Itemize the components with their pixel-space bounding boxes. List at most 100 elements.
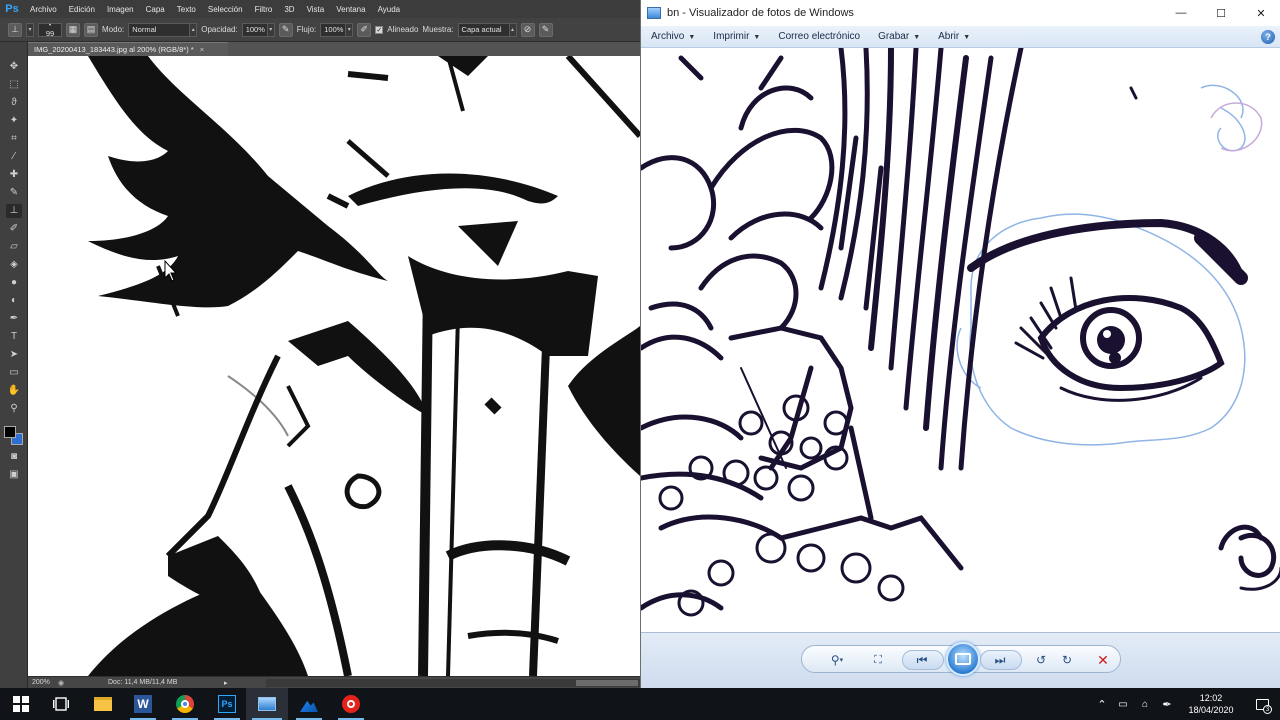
help-icon[interactable]: ? (1261, 30, 1275, 44)
foreground-color-swatch[interactable] (4, 426, 16, 438)
move-tool-icon[interactable]: ✥ (6, 60, 22, 74)
delete-icon[interactable]: ✕ (1092, 650, 1114, 670)
actual-size-icon[interactable]: ⛶ (866, 650, 890, 670)
photo-viewer-image[interactable] (641, 48, 1280, 632)
opacity-dropdown-icon[interactable]: ▾ (266, 22, 275, 37)
viewer-menu-abrir[interactable]: Abrir ▼ (928, 31, 978, 42)
close-button[interactable]: ✕ (1241, 0, 1280, 26)
pressure-opacity-icon[interactable]: ✎ (278, 22, 293, 37)
viewer-menu-grabar[interactable]: Grabar ▼ (868, 31, 928, 42)
menu-vista[interactable]: Vista (301, 5, 331, 14)
photoshop-canvas[interactable] (28, 56, 640, 676)
type-tool-icon[interactable]: T (6, 330, 22, 344)
quick-mask-icon[interactable]: ◙ (6, 450, 22, 464)
viewer-menu-imprimir[interactable]: Imprimir ▼ (703, 31, 768, 42)
pressure-size-icon[interactable]: ✎ (538, 22, 553, 37)
scrollbar-thumb[interactable] (576, 680, 638, 686)
menu-texto[interactable]: Texto (171, 5, 202, 14)
menu-capa[interactable]: Capa (140, 5, 171, 14)
lasso-tool-icon[interactable]: ϑ (6, 96, 22, 110)
history-brush-tool-icon[interactable]: ✐ (6, 222, 22, 236)
sample-dropdown-icon[interactable]: ▴ (508, 22, 517, 37)
menu-ayuda[interactable]: Ayuda (372, 5, 407, 14)
clone-stamp-icon[interactable]: ⊥ (8, 22, 22, 37)
clone-source-icon[interactable]: ▤ (84, 22, 98, 37)
notifications-button[interactable]: 3 (1244, 688, 1280, 720)
rotate-right-icon[interactable]: ↻ (1056, 650, 1078, 670)
menu-filtro[interactable]: Filtro (249, 5, 279, 14)
eraser-tool-icon[interactable]: ▱ (6, 240, 22, 254)
ink-drawing-closeup (88, 56, 640, 676)
menu-edicion[interactable]: Edición (63, 5, 101, 14)
previous-button[interactable]: ⏮ (910, 650, 934, 670)
zoom-tool-icon[interactable]: ⚲ (6, 402, 22, 416)
taskbar-photo-viewer[interactable] (246, 688, 288, 720)
mode-dropdown-icon[interactable]: ▴ (189, 22, 198, 37)
opacity-label: Opacidad: (201, 25, 238, 34)
healing-brush-tool-icon[interactable]: ✚ (6, 168, 22, 182)
opacity-input[interactable]: 100% (241, 22, 268, 37)
taskbar-chrome[interactable] (164, 688, 206, 720)
status-info-icon[interactable]: ◉ (58, 679, 68, 687)
taskbar-file-explorer[interactable] (82, 688, 124, 720)
blur-tool-icon[interactable]: ● (6, 276, 22, 290)
crop-tool-icon[interactable]: ⌗ (6, 132, 22, 146)
document-tab-close-icon[interactable]: × (200, 45, 204, 54)
clock[interactable]: 12:02 18/04/2020 (1178, 692, 1244, 716)
screen-mode-icon[interactable]: ▣ (6, 468, 22, 482)
brush-tool-icon[interactable]: ✎ (6, 186, 22, 200)
sample-select[interactable]: Capa actual (457, 22, 510, 37)
menu-imagen[interactable]: Imagen (101, 5, 140, 14)
status-menu-arrow-icon[interactable]: ▸ (224, 679, 228, 687)
path-selection-tool-icon[interactable]: ➤ (6, 348, 22, 362)
dodge-tool-icon[interactable]: ◐ (6, 294, 22, 308)
shape-tool-icon[interactable]: ▭ (6, 366, 22, 380)
zoom-level[interactable]: 200% (28, 679, 58, 686)
pen-icon[interactable]: ✒ (1156, 698, 1178, 711)
photoshop-status-bar: 200% ◉ Doc: 11,4 MB/11,4 MB ▸ (28, 676, 640, 688)
brush-panel-icon[interactable]: ▦ (66, 22, 80, 37)
clone-stamp-tool-icon[interactable]: ⊥ (6, 204, 22, 218)
battery-icon[interactable]: ▭ (1112, 699, 1134, 710)
paint-bucket-tool-icon[interactable]: ◈ (6, 258, 22, 272)
brush-size-picker[interactable]: • 99 (38, 22, 62, 37)
eyedropper-tool-icon[interactable]: ⁄ (6, 150, 22, 164)
viewer-menu-archivo[interactable]: Archivo ▼ (641, 31, 703, 42)
zoom-icon[interactable]: ⚲ ▾ (822, 650, 852, 670)
flow-input[interactable]: 100% (320, 22, 347, 37)
task-view-icon (53, 697, 69, 711)
taskbar-recorder[interactable] (330, 688, 372, 720)
maximize-button[interactable]: ☐ (1201, 0, 1241, 26)
network-icon[interactable]: ⌂ (1134, 699, 1156, 710)
airbrush-icon[interactable]: ✐ (357, 22, 372, 37)
task-view-button[interactable] (40, 688, 82, 720)
taskbar-photoshop[interactable]: Ps (206, 688, 248, 720)
taskbar-photos[interactable] (288, 688, 330, 720)
options-bar: ⊥ ▾ • 99 ▦ ▤ Modo: Normal ▴ Opacidad: 10… (0, 18, 640, 42)
flow-dropdown-icon[interactable]: ▾ (345, 22, 354, 37)
hand-tool-icon[interactable]: ✋ (6, 384, 22, 398)
photo-viewer-titlebar[interactable]: bn - Visualizador de fotos de Windows — … (641, 0, 1280, 26)
chevron-down-icon: ▾ (839, 657, 844, 664)
rotate-left-icon[interactable]: ↺ (1030, 650, 1052, 670)
pen-tool-icon[interactable]: ✒ (6, 312, 22, 326)
marquee-tool-icon[interactable]: ⬚ (6, 78, 22, 92)
menu-archivo[interactable]: Archivo (24, 5, 63, 14)
ignore-adjustment-icon[interactable]: ⊘ (520, 22, 535, 37)
document-tab[interactable]: IMG_20200413_183443.jpg al 200% (RGB/8*)… (28, 42, 228, 56)
menu-ventana[interactable]: Ventana (330, 5, 371, 14)
menu-3d[interactable]: 3D (278, 5, 300, 14)
slideshow-button[interactable] (946, 642, 980, 676)
minimize-button[interactable]: — (1161, 0, 1201, 26)
chevron-up-icon[interactable]: ⌃ (1092, 698, 1112, 711)
tool-preset-dropdown[interactable]: ▾ (26, 22, 34, 37)
mode-select[interactable]: Normal (128, 22, 191, 37)
horizontal-scrollbar[interactable] (266, 679, 640, 687)
next-button[interactable]: ⏭ (988, 650, 1012, 670)
viewer-menu-correo[interactable]: Correo electrónico (768, 31, 868, 42)
magic-wand-tool-icon[interactable]: ✦ (6, 114, 22, 128)
taskbar-word[interactable]: W (122, 688, 164, 720)
menu-seleccion[interactable]: Selección (202, 5, 249, 14)
start-button[interactable] (0, 688, 42, 720)
aligned-checkbox[interactable]: ✓ (375, 25, 384, 34)
